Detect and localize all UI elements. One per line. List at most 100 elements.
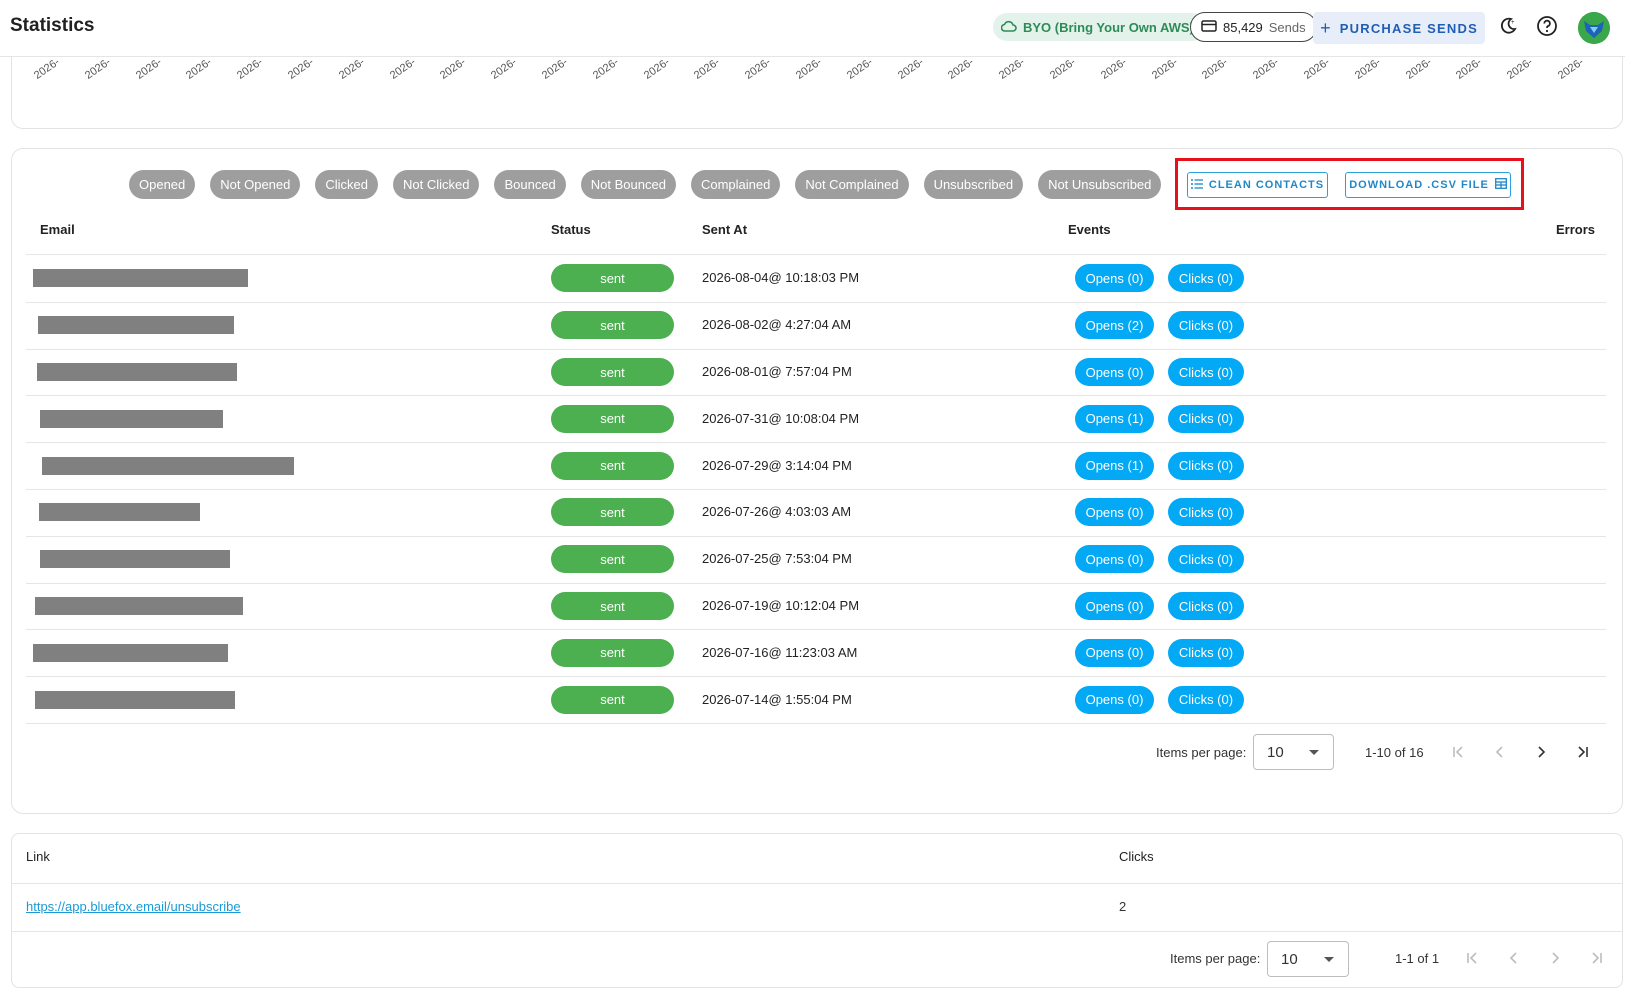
sent-at-value: 2026-07-26@ 4:03:03 AM xyxy=(702,504,852,520)
last-page-icon[interactable] xyxy=(1586,948,1606,968)
clicks-button[interactable]: Clicks (0) xyxy=(1168,311,1244,340)
row-divider xyxy=(12,931,1622,932)
sent-at-value: 2026-07-14@ 1:55:04 PM xyxy=(702,691,852,707)
link-url[interactable]: https://app.bluefox.email/unsubscribe xyxy=(26,899,241,914)
x-tick-label: 2026- xyxy=(1505,55,1536,82)
clean-contacts-button[interactable]: CLEAN CONTACTS xyxy=(1187,172,1328,198)
first-page-icon[interactable] xyxy=(1463,948,1483,968)
clicks-button[interactable]: Clicks (0) xyxy=(1168,264,1244,293)
download-csv-label: DOWNLOAD .CSV FILE xyxy=(1349,179,1489,191)
opens-button[interactable]: Opens (0) xyxy=(1075,264,1154,293)
row-divider xyxy=(26,582,1606,584)
clicks-button[interactable]: Clicks (0) xyxy=(1168,638,1244,667)
opens-button[interactable]: Opens (2) xyxy=(1075,311,1154,340)
status-badge: sent xyxy=(551,264,674,293)
opens-button[interactable]: Opens (0) xyxy=(1075,498,1154,527)
opens-button[interactable]: Opens (0) xyxy=(1075,545,1154,574)
opens-button[interactable]: Opens (1) xyxy=(1075,404,1154,433)
x-tick-label: 2026- xyxy=(692,55,723,82)
sent-at-value: 2026-07-29@ 3:14:04 PM xyxy=(702,457,852,473)
purchase-sends-button[interactable]: + PURCHASE SENDS xyxy=(1313,12,1485,44)
chart-x-axis: 2026- 2026- 2026- 2026- 2026- 2026- 2026- 2026-… xyxy=(0,55,1625,88)
x-tick-label: 2026- xyxy=(1048,55,1078,82)
x-tick-label: 2026- xyxy=(590,55,621,82)
status-badge: sent xyxy=(551,685,674,714)
x-tick-label: 2026- xyxy=(1200,55,1231,82)
clicks-button[interactable]: Clicks (0) xyxy=(1168,685,1244,714)
clicks-button[interactable]: Clicks (0) xyxy=(1168,545,1244,574)
filter-chip-bounced[interactable]: Bounced xyxy=(494,170,566,199)
clicks-button[interactable]: Clicks (0) xyxy=(1168,404,1244,433)
x-tick-label: 2026- xyxy=(1556,55,1586,82)
opens-button[interactable]: Opens (1) xyxy=(1075,451,1154,480)
x-tick-label: 2026- xyxy=(32,55,62,82)
row-divider xyxy=(26,348,1606,350)
x-tick-label: 2026- xyxy=(895,55,926,82)
items-per-page-select[interactable]: 10 xyxy=(1253,734,1334,770)
avatar[interactable] xyxy=(1578,12,1610,44)
row-divider xyxy=(26,301,1606,303)
x-tick-label: 2026- xyxy=(1352,55,1383,82)
status-badge: sent xyxy=(551,404,674,433)
x-tick-label: 2026- xyxy=(82,55,113,82)
column-header-email[interactable]: Email xyxy=(40,222,75,237)
sends-chip[interactable]: 85,429 Sends xyxy=(1190,12,1317,42)
column-header-clicks[interactable]: Clicks xyxy=(1119,849,1154,864)
clean-contacts-label: CLEAN CONTACTS xyxy=(1208,179,1325,191)
x-tick-label: 2026- xyxy=(184,55,215,82)
filter-chip-complained[interactable]: Complained xyxy=(690,170,781,199)
top-bar: Statistics BYO (Bring Your Own AWS) 85,4… xyxy=(0,0,1625,57)
x-tick-label: 2026- xyxy=(1302,55,1332,82)
filter-chip-not-complained[interactable]: Not Complained xyxy=(795,170,909,199)
help-button[interactable] xyxy=(1533,14,1561,42)
byo-label: BYO (Bring Your Own AWS) xyxy=(1023,19,1194,35)
status-badge: sent xyxy=(551,311,674,340)
column-header-sent-at[interactable]: Sent At xyxy=(702,222,747,237)
filter-chip-not-opened[interactable]: Not Opened xyxy=(210,170,301,199)
download-csv-button[interactable]: DOWNLOAD .CSV FILE xyxy=(1345,172,1511,198)
previous-page-icon[interactable] xyxy=(1490,742,1510,762)
card-icon xyxy=(1201,19,1217,35)
last-page-icon[interactable] xyxy=(1572,742,1592,762)
items-per-page-label: Items per page: xyxy=(1156,745,1247,760)
email-redacted xyxy=(39,503,200,522)
status-badge: sent xyxy=(551,498,674,527)
clicks-button[interactable]: Clicks (0) xyxy=(1168,592,1244,620)
items-per-page-select[interactable]: 10 xyxy=(1267,941,1349,977)
moon-icon: + xyxy=(1498,16,1518,41)
x-tick-label: 2026- xyxy=(743,55,774,82)
filter-chip-not-unsubscribed[interactable]: Not Unsubscribed xyxy=(1038,170,1162,199)
link-clicks-count: 2 xyxy=(1119,899,1127,914)
dark-mode-toggle[interactable]: + xyxy=(1494,14,1522,42)
column-header-status[interactable]: Status xyxy=(551,222,591,237)
table-icon xyxy=(1494,178,1507,192)
filter-chip-clicked[interactable]: Clicked xyxy=(315,170,378,199)
next-page-icon[interactable] xyxy=(1531,742,1551,762)
x-tick-label: 2026- xyxy=(1149,55,1180,82)
opens-button[interactable]: Opens (0) xyxy=(1075,592,1154,620)
previous-page-icon[interactable] xyxy=(1504,948,1524,968)
clicks-button[interactable]: Clicks (0) xyxy=(1168,498,1244,527)
opens-button[interactable]: Opens (0) xyxy=(1075,638,1154,667)
next-page-icon[interactable] xyxy=(1545,948,1565,968)
link-clicks-card xyxy=(11,833,1623,988)
column-header-events[interactable]: Events xyxy=(1068,222,1111,237)
clicks-button[interactable]: Clicks (0) xyxy=(1168,358,1244,386)
clicks-button[interactable]: Clicks (0) xyxy=(1168,451,1244,480)
status-badge: sent xyxy=(551,638,674,667)
sent-at-value: 2026-08-04@ 10:18:03 PM xyxy=(702,270,860,286)
column-header-errors[interactable]: Errors xyxy=(1556,222,1595,237)
email-redacted xyxy=(33,269,248,288)
opens-button[interactable]: Opens (0) xyxy=(1075,358,1154,386)
email-redacted xyxy=(38,316,234,335)
first-page-icon[interactable] xyxy=(1449,742,1469,762)
byo-chip[interactable]: BYO (Bring Your Own AWS) xyxy=(993,13,1206,41)
filter-chip-not-clicked[interactable]: Not Clicked xyxy=(393,170,480,199)
opens-button[interactable]: Opens (0) xyxy=(1075,685,1154,714)
page-title: Statistics xyxy=(10,15,95,36)
filter-chip-not-bounced[interactable]: Not Bounced xyxy=(580,170,676,199)
x-tick-label: 2026- xyxy=(235,55,266,82)
column-header-link[interactable]: Link xyxy=(26,849,50,864)
filter-chip-unsubscribed[interactable]: Unsubscribed xyxy=(923,170,1024,199)
filter-chip-opened[interactable]: Opened xyxy=(129,170,196,199)
